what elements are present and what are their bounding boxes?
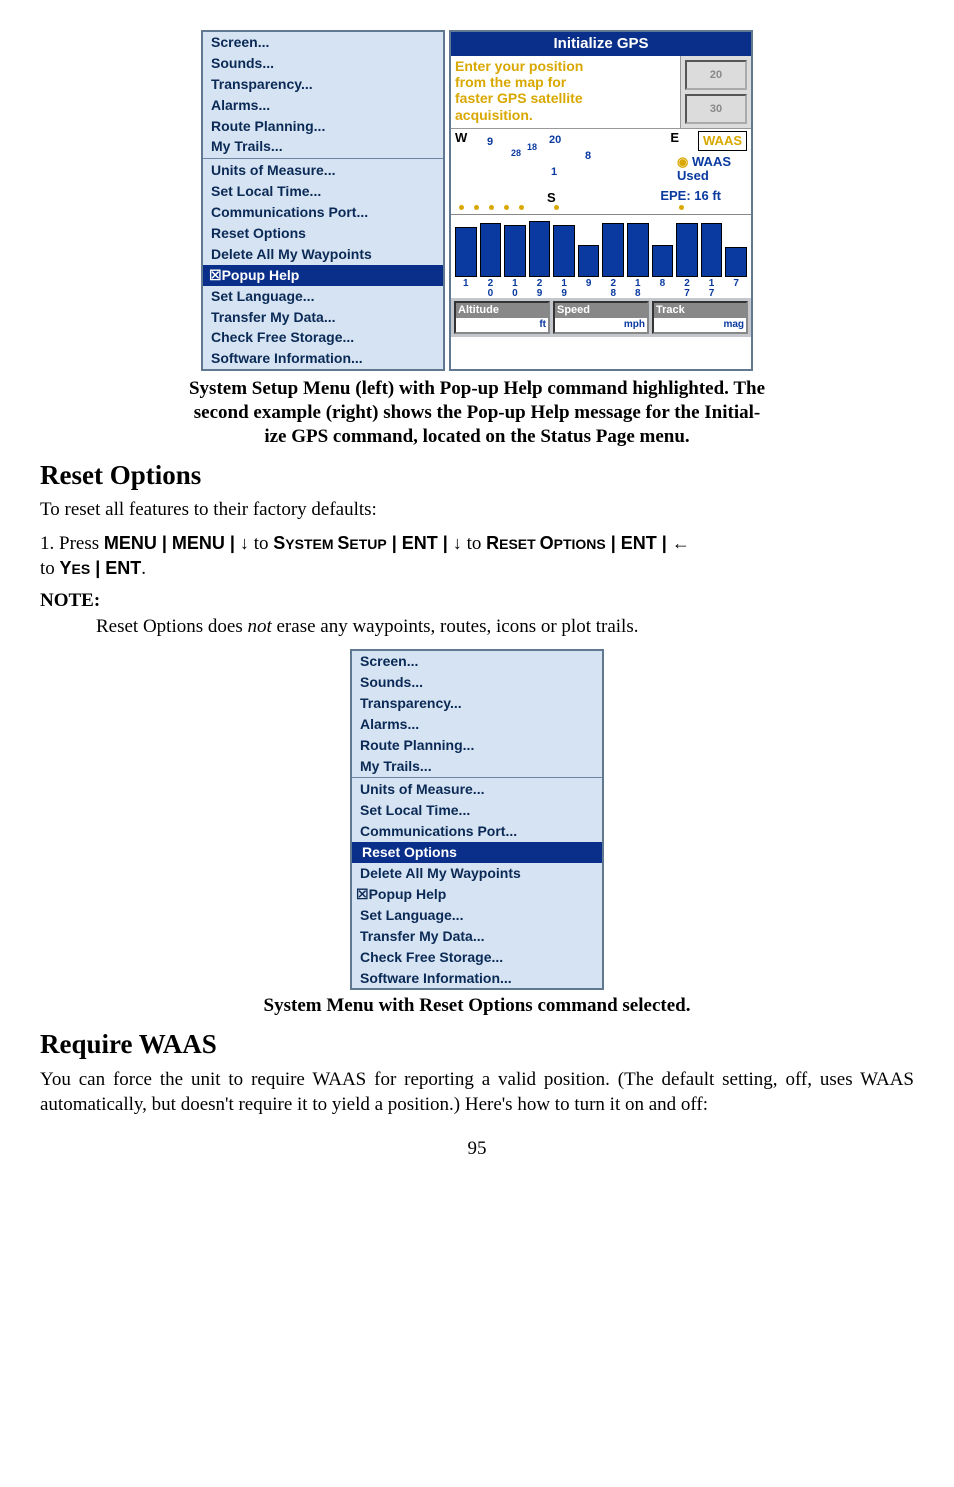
initialize-gps-panel: Initialize GPS Enter your position from …: [449, 30, 753, 371]
menu-item[interactable]: Check Free Storage...: [352, 947, 602, 968]
heading-require-waas: Require WAAS: [40, 1026, 914, 1062]
sat-signal-bars: [451, 214, 751, 279]
note-heading: NOTE:: [40, 588, 914, 614]
require-waas-body: You can force the unit to require WAAS f…: [40, 1067, 914, 1118]
figure-2: Screen... Sounds... Transparency... Alar…: [40, 649, 914, 990]
system-setup-menu-reset: Screen... Sounds... Transparency... Alar…: [350, 649, 604, 990]
gps-titlebar: Initialize GPS: [451, 32, 751, 56]
menu-item[interactable]: Sounds...: [352, 672, 602, 693]
menu-item[interactable]: Units of Measure...: [203, 160, 443, 181]
menu-separator: [203, 158, 443, 159]
gauge: 30: [685, 94, 747, 124]
menu-item[interactable]: Sounds...: [203, 53, 443, 74]
gps-gauges: 20 30: [681, 56, 751, 128]
menu-item[interactable]: Route Planning...: [352, 735, 602, 756]
menu-separator: [352, 777, 602, 778]
menu-item[interactable]: Software Information...: [203, 348, 443, 369]
menu-item-popup-help-highlighted[interactable]: ☒Popup Help: [203, 265, 443, 286]
compass-e: E: [670, 129, 679, 147]
sat-dots: [459, 205, 684, 210]
menu-item[interactable]: My Trails...: [203, 136, 443, 157]
sat-num: 8: [585, 149, 591, 164]
menu-item[interactable]: Screen...: [352, 651, 602, 672]
left-arrow-icon: ←: [672, 533, 690, 553]
menu-item-reset-options-highlighted[interactable]: Reset Options: [352, 842, 602, 863]
menu-item[interactable]: Screen...: [203, 32, 443, 53]
gps-bottom-fields: Altitude ft Speed mph Track mag: [451, 298, 751, 337]
menu-item[interactable]: Reset Options: [203, 223, 443, 244]
menu-item[interactable]: Alarms...: [352, 714, 602, 735]
sat-num: 20: [549, 133, 561, 148]
sat-num: 1: [551, 165, 557, 180]
menu-item[interactable]: Transparency...: [352, 693, 602, 714]
reset-options-intro: To reset all features to their factory d…: [40, 497, 914, 523]
waas-badge: WAAS: [698, 131, 747, 151]
menu-item-label: Popup Help: [369, 886, 447, 902]
menu-item[interactable]: Delete All My Waypoints: [203, 244, 443, 265]
menu-item[interactable]: Units of Measure...: [352, 779, 602, 800]
sat-prn-labels: 1 20 10 29 19 9 28 18 8 27 17 7: [451, 279, 751, 298]
menu-item[interactable]: Transfer My Data...: [203, 307, 443, 328]
menu-item[interactable]: Set Language...: [203, 286, 443, 307]
menu-item[interactable]: Transfer My Data...: [352, 926, 602, 947]
menu-item-popup-help[interactable]: ☒Popup Help: [352, 884, 602, 905]
menu-item[interactable]: Set Language...: [352, 905, 602, 926]
reset-options-instruction: 1. Press MENU | MENU | ↓ to SYSTEM SETUP…: [40, 531, 914, 582]
checkbox-icon: ☒: [209, 267, 222, 283]
altitude-field: Altitude ft: [454, 301, 550, 334]
gps-sky-view: W E S WAAS ◉ WAAS Used EPE: 16 ft 9 28 1…: [451, 128, 751, 279]
menu-item[interactable]: Software Information...: [352, 968, 602, 989]
menu-item[interactable]: Set Local Time...: [352, 800, 602, 821]
figure-1: Screen... Sounds... Transparency... Alar…: [40, 30, 914, 371]
figure-2-caption: System Menu with Reset Options command s…: [40, 994, 914, 1018]
heading-reset-options: Reset Options: [40, 457, 914, 493]
figure-1-caption: System Setup Menu (left) with Pop-up Hel…: [40, 377, 914, 448]
menu-item[interactable]: Alarms...: [203, 95, 443, 116]
checkbox-icon: ☒: [356, 886, 369, 902]
gps-help-tooltip: Enter your position from the map for fas…: [451, 56, 681, 128]
waas-used-label: ◉ WAAS Used: [677, 155, 731, 182]
system-setup-menu-left: Screen... Sounds... Transparency... Alar…: [201, 30, 445, 371]
gauge: 20: [685, 60, 747, 90]
sat-num: 9: [487, 135, 493, 150]
menu-item-label: Popup Help: [222, 267, 300, 283]
down-arrow-icon: ↓: [453, 533, 462, 553]
speed-field: Speed mph: [553, 301, 649, 334]
page-number: 95: [40, 1136, 914, 1162]
sat-num: 18: [527, 141, 537, 153]
menu-item[interactable]: Transparency...: [203, 74, 443, 95]
menu-item[interactable]: Set Local Time...: [203, 181, 443, 202]
epe-label: EPE: 16 ft: [660, 187, 721, 205]
compass-s: S: [547, 189, 556, 207]
menu-item[interactable]: Route Planning...: [203, 116, 443, 137]
menu-item[interactable]: Check Free Storage...: [203, 327, 443, 348]
sat-num: 28: [511, 147, 521, 159]
compass-w: W: [455, 129, 467, 147]
track-field: Track mag: [652, 301, 748, 334]
note-body: Reset Options does not erase any waypoin…: [96, 614, 914, 640]
menu-item[interactable]: Delete All My Waypoints: [352, 863, 602, 884]
down-arrow-icon: ↓: [240, 533, 249, 553]
menu-item[interactable]: Communications Port...: [352, 821, 602, 842]
menu-item[interactable]: Communications Port...: [203, 202, 443, 223]
menu-item[interactable]: My Trails...: [352, 756, 602, 777]
